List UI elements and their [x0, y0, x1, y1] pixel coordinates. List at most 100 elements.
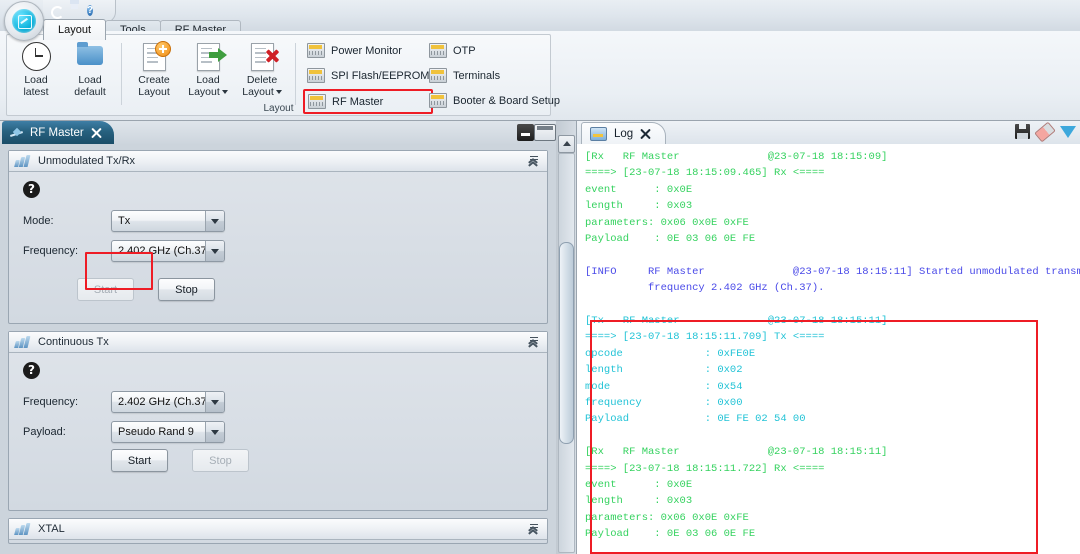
section-body-continuous-tx: ? Frequency: 2.402 GHz (Ch.37) Payload: …	[9, 353, 547, 482]
filter-log-icon[interactable]	[1060, 125, 1076, 138]
save-log-icon[interactable]	[1015, 124, 1030, 139]
log-dock-panel: Log [Rx RF Master @23-07-18 18:15:09] ===…	[556, 121, 1080, 554]
section-header-unmodulated[interactable]: Unmodulated Tx/Rx	[9, 151, 547, 172]
collapse-chevron-up-icon[interactable]	[528, 155, 541, 167]
load-default-button[interactable]: Load default	[63, 37, 117, 103]
log-line: Payload : 0E 03 06 0E FE	[585, 528, 756, 541]
unmodulated-start-button[interactable]: Start	[77, 278, 134, 301]
frequency-value: 2.402 GHz (Ch.37)	[118, 245, 205, 257]
delete-layout-chevron-down-icon[interactable]	[275, 90, 282, 95]
continuous-tx-stop-button[interactable]: Stop	[192, 449, 249, 472]
log-output-area[interactable]: [Rx RF Master @23-07-18 18:15:09] ====> […	[577, 144, 1080, 554]
module-icon	[307, 68, 325, 83]
application-orb-icon	[12, 9, 36, 33]
power-monitor-button[interactable]: Power Monitor	[303, 39, 433, 62]
frequency-dropdown[interactable]: 2.402 GHz (Ch.37)	[111, 240, 225, 262]
log-line: ====> [23-07-18 18:15:11.709] Tx <====	[585, 331, 825, 344]
refresh-icon[interactable]	[49, 4, 63, 18]
orb-glyph-icon	[18, 15, 32, 29]
document-add-icon	[138, 41, 171, 71]
dock-restore-button[interactable]	[534, 124, 556, 141]
dock-menu-button[interactable]	[517, 124, 534, 141]
load-latest-button[interactable]: Load latest	[9, 37, 63, 103]
section-header-xtal[interactable]: XTAL	[9, 519, 547, 540]
scroll-thumb[interactable]	[559, 242, 574, 444]
rf-master-dock-tab[interactable]: RF Master	[2, 121, 114, 144]
rf-master-panel-body: Unmodulated Tx/Rx ? Mode: Tx Frequency:	[0, 144, 556, 554]
load-latest-label-line2: latest	[23, 86, 49, 98]
chevron-down-icon[interactable]	[205, 211, 224, 231]
power-monitor-label: Power Monitor	[331, 44, 402, 57]
log-scrollbar[interactable]	[556, 121, 577, 554]
log-line: Payload : 0E FE 02 54 00	[585, 413, 806, 426]
mode-value: Tx	[118, 215, 131, 227]
terminals-label: Terminals	[453, 69, 501, 82]
chevron-down-icon[interactable]	[205, 392, 224, 412]
application-orb-button[interactable]	[4, 1, 44, 41]
ctx-payload-dropdown[interactable]: Pseudo Rand 9	[111, 421, 225, 443]
log-line: parameters: 0x06 0x0E 0xFE	[585, 216, 749, 229]
section-title-unmodulated: Unmodulated Tx/Rx	[38, 155, 136, 167]
rf-master-tab-row: RF Master	[0, 121, 556, 145]
load-layout-chevron-down-icon[interactable]	[221, 90, 228, 95]
folder-icon	[74, 41, 106, 71]
otp-button[interactable]: OTP	[425, 39, 564, 62]
log-line-blank	[585, 297, 1080, 313]
close-icon[interactable]	[640, 129, 651, 140]
scroll-track[interactable]	[558, 153, 575, 553]
clock-icon	[20, 41, 52, 71]
signal-bars-icon	[14, 336, 31, 348]
ctx-payload-field-row: Payload: Pseudo Rand 9	[19, 419, 537, 445]
frequency-label: Frequency:	[23, 245, 79, 257]
log-line: length : 0x03	[585, 200, 693, 213]
delete-layout-label-line2: Layout	[242, 86, 274, 98]
scroll-up-button[interactable]	[558, 135, 575, 153]
log-line: length : 0x03	[585, 495, 693, 508]
document-open-icon	[192, 41, 227, 71]
log-line: frequency : 0x00	[585, 397, 743, 410]
ribbon-content: Load latest Load default Create Layout L…	[0, 31, 1080, 121]
log-line: event : 0x0E	[585, 183, 693, 196]
section-body-unmodulated: ? Mode: Tx Frequency: 2.402 GHz (Ch.37)	[9, 172, 547, 311]
rf-signal-icon	[10, 128, 23, 138]
terminals-button[interactable]: Terminals	[425, 64, 564, 87]
section-header-continuous-tx[interactable]: Continuous Tx	[9, 332, 547, 353]
continuous-tx-button-row: Start Stop	[19, 449, 537, 472]
delete-layout-label-line1: Delete	[246, 74, 278, 86]
log-tab[interactable]: Log	[581, 122, 667, 145]
load-layout-label-line1: Load	[196, 74, 220, 86]
log-line: opcode : 0xFE0E	[585, 347, 756, 360]
ctx-frequency-dropdown[interactable]: 2.402 GHz (Ch.37)	[111, 391, 225, 413]
tab-layout[interactable]: Layout	[43, 19, 107, 40]
log-line: ====> [23-07-18 18:15:09.465] Rx <====	[585, 167, 825, 180]
section-continuous-tx: Continuous Tx ? Frequency: 2.402 GHz (Ch…	[8, 331, 548, 511]
log-line: event : 0x0E	[585, 479, 693, 492]
help-icon[interactable]: ?	[87, 4, 101, 18]
log-line-blank	[585, 247, 1080, 263]
frequency-field-row: Frequency: 2.402 GHz (Ch.37)	[19, 238, 537, 264]
mode-label: Mode:	[23, 215, 54, 227]
module-icon	[429, 43, 447, 58]
section-title-xtal: XTAL	[38, 523, 65, 535]
unmodulated-stop-button[interactable]: Stop	[158, 278, 215, 301]
chevron-down-icon[interactable]	[205, 422, 224, 442]
collapse-chevron-up-icon[interactable]	[528, 336, 541, 348]
close-icon[interactable]	[91, 127, 102, 138]
collapse-chevron-up-icon[interactable]	[528, 523, 541, 535]
document-delete-icon	[246, 41, 278, 71]
continuous-tx-start-button[interactable]: Start	[111, 449, 168, 472]
mode-dropdown[interactable]: Tx	[111, 210, 225, 232]
chevron-down-icon[interactable]	[205, 241, 224, 261]
clear-log-icon[interactable]	[1034, 121, 1056, 142]
application-window: ? Layout Tools RF Master Load latest Load…	[0, 0, 1080, 554]
load-layout-button[interactable]: Load Layout	[181, 37, 235, 103]
log-toolbar	[1015, 121, 1076, 142]
log-line: length : 0x02	[585, 364, 743, 377]
help-icon[interactable]: ?	[23, 362, 40, 379]
save-icon[interactable]	[68, 4, 82, 18]
spi-flash-eeprom-button[interactable]: SPI Flash/EEPROM	[303, 64, 433, 87]
log-line: [Rx RF Master @23-07-18 18:15:11]	[585, 446, 888, 459]
help-icon[interactable]: ?	[23, 181, 40, 198]
create-layout-button[interactable]: Create Layout	[127, 37, 181, 103]
delete-layout-button[interactable]: Delete Layout	[235, 37, 289, 103]
